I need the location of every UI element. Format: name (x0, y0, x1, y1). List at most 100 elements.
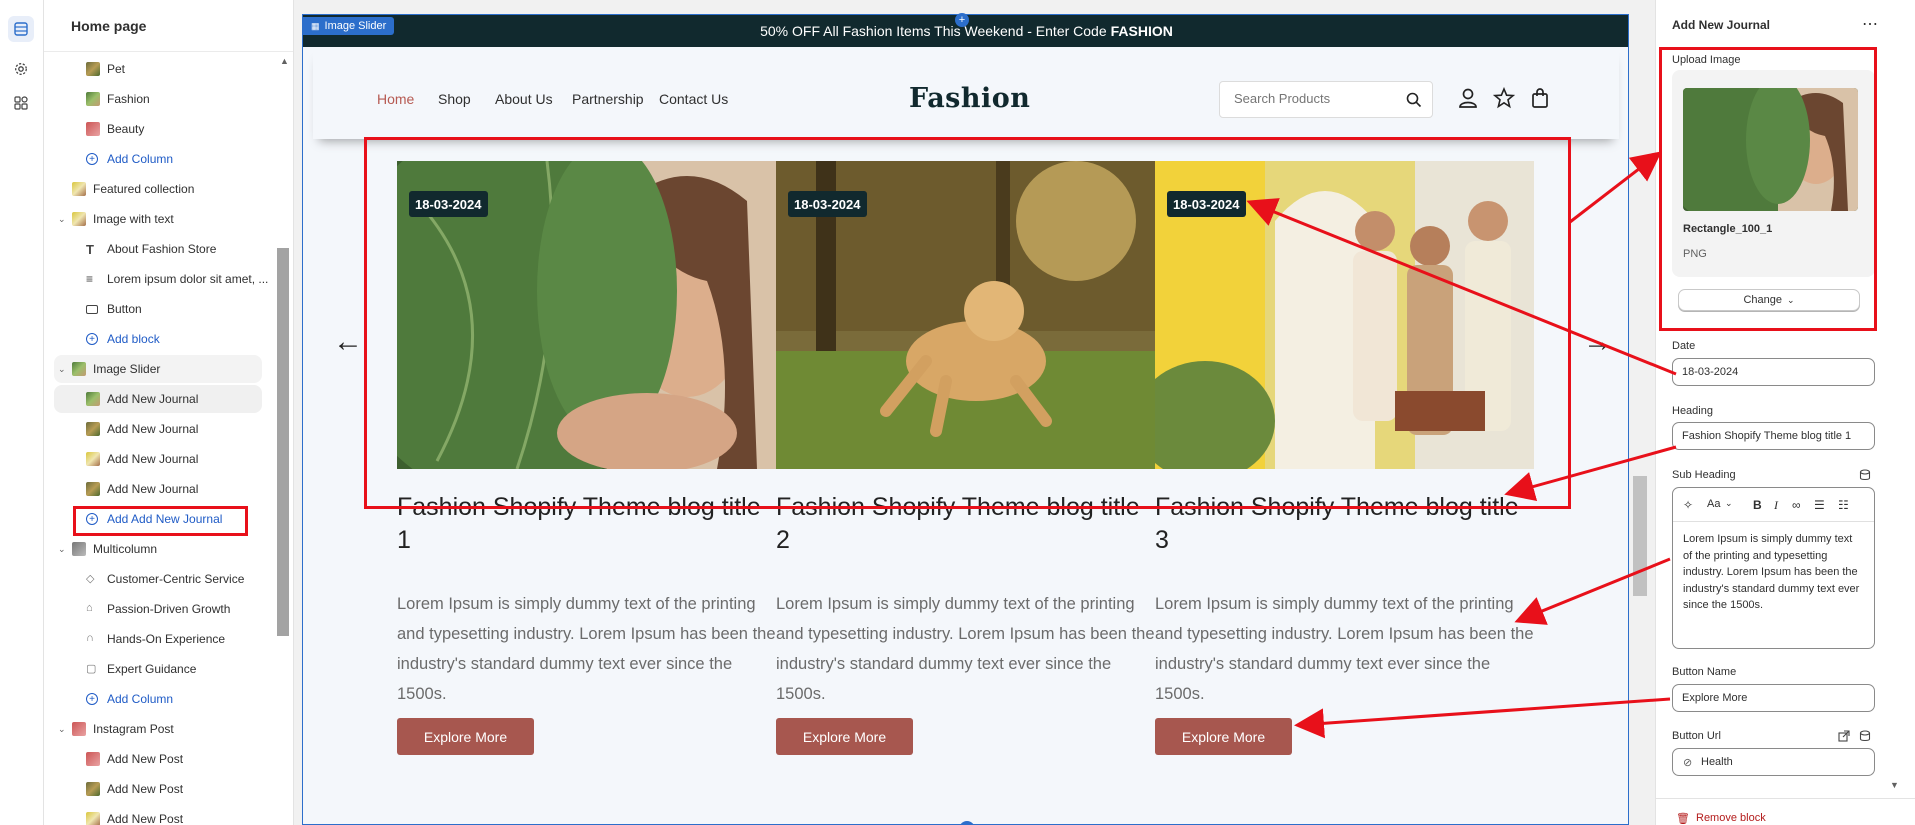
chevron-down-icon[interactable]: ⌄ (58, 364, 68, 375)
external-link-icon[interactable] (1838, 730, 1850, 742)
cart-icon[interactable] (1529, 87, 1551, 109)
sidebar-item-journal-2[interactable]: Add New Journal (44, 415, 264, 443)
apps-icon[interactable] (8, 90, 34, 116)
add-column-button[interactable]: + Add Column (44, 145, 264, 173)
star-icon[interactable] (1493, 87, 1515, 109)
explore-more-button[interactable]: Explore More (397, 718, 534, 755)
remove-block-button[interactable]: Remove block (1696, 812, 1766, 824)
plus-circle-icon: + (86, 153, 98, 165)
card-title[interactable]: Fashion Shopify Theme blog title 2 (776, 491, 1156, 557)
sidebar-item-instagram-post[interactable]: ⌄ Instagram Post (44, 715, 264, 743)
image-picker[interactable]: Rectangle_100_1 PNG (1672, 70, 1875, 277)
add-journal-button[interactable]: + Add Add New Journal (44, 505, 264, 533)
sidebar-item-post-1[interactable]: Add New Post (44, 745, 264, 773)
section-tag: ▦ Image Slider (303, 17, 395, 35)
headset-icon: ∩ (86, 632, 94, 644)
database-icon[interactable] (1859, 469, 1871, 481)
slide-image-1[interactable]: 18-03-2024 (397, 161, 776, 469)
search-icon[interactable] (1406, 92, 1422, 108)
subheading-editor[interactable]: ✧ Aa ⌄ B I ∞ ☰ ☷ Lorem Ipsum is simply d… (1672, 487, 1875, 649)
sidebar-item-journal-3[interactable]: Add New Journal (44, 445, 264, 473)
sidebar-item-label: Add Add New Journal (107, 512, 223, 526)
sidebar-item-hands-on[interactable]: ∩ Hands-On Experience (44, 625, 264, 653)
chevron-down-icon[interactable]: ⌄ (1725, 498, 1733, 509)
sidebar-item-lorem-ipsum[interactable]: ≡ Lorem ipsum dolor sit amet, ... (44, 265, 268, 293)
explore-more-button[interactable]: Explore More (776, 718, 913, 755)
sidebar-item-expert-guidance[interactable]: ▢ Expert Guidance (44, 655, 264, 683)
scroll-down-icon[interactable]: ▼ (1890, 780, 1899, 790)
magic-icon[interactable]: ✧ (1683, 498, 1693, 512)
button-icon (86, 305, 98, 314)
chevron-down-icon[interactable]: ⌄ (58, 724, 68, 735)
numbered-list-icon[interactable]: ☷ (1838, 498, 1849, 512)
slide-image-2[interactable]: 18-03-2024 (776, 161, 1155, 469)
sidebar-item-pet[interactable]: Pet (44, 55, 264, 83)
sidebar-item-journal-4[interactable]: Add New Journal (44, 475, 264, 503)
button-name-field[interactable]: Explore More (1672, 684, 1875, 712)
nav-shop[interactable]: Shop (438, 91, 471, 107)
sidebar-item-image-slider[interactable]: ⌄ Image Slider (54, 355, 262, 383)
heading-field[interactable]: Fashion Shopify Theme blog title 1 (1672, 422, 1875, 450)
change-label: Change (1743, 294, 1782, 306)
preview-scrollbar-thumb[interactable] (1633, 476, 1647, 596)
sidebar-item-beauty[interactable]: Beauty (44, 115, 264, 143)
search-box[interactable] (1219, 81, 1433, 118)
database-icon[interactable] (1859, 730, 1871, 742)
store-logo[interactable]: Fashion (909, 83, 1030, 114)
lock-icon: ⌂ (86, 602, 93, 614)
search-input[interactable] (1234, 91, 1394, 106)
sidebar-item-label: Instagram Post (93, 722, 174, 736)
account-icon[interactable] (1457, 87, 1479, 109)
explore-more-button[interactable]: Explore More (1155, 718, 1292, 755)
sidebar-item-passion-driven[interactable]: ⌂ Passion-Driven Growth (44, 595, 264, 623)
date-badge: 18-03-2024 (409, 191, 488, 217)
nav-partnership[interactable]: Partnership (572, 91, 644, 107)
insert-section-icon[interactable]: + (955, 13, 969, 27)
card-title[interactable]: Fashion Shopify Theme blog title 1 (397, 491, 777, 557)
gear-icon[interactable] (8, 56, 34, 82)
sidebar-item-label: Hands-On Experience (107, 632, 226, 646)
sidebar-item-about-fashion-store[interactable]: T About Fashion Store (44, 235, 264, 263)
sidebar-item-multicolumn[interactable]: ⌄ Multicolumn (44, 535, 264, 563)
more-options-icon[interactable]: ⋯ (1862, 14, 1878, 34)
sidebar-item-label: Passion-Driven Growth (107, 602, 231, 616)
beauty-thumbnail-icon (86, 122, 100, 136)
nav-contact-us[interactable]: Contact Us (659, 91, 728, 107)
sidebar-item-post-2[interactable]: Add New Post (44, 775, 264, 803)
storefront-preview: 50% OFF All Fashion Items This Weekend -… (302, 14, 1629, 825)
card-description: Lorem Ipsum is simply dummy text of the … (397, 595, 776, 703)
button-url-field[interactable]: ⊘ Health (1672, 748, 1875, 776)
chevron-down-icon[interactable]: ⌄ (58, 214, 68, 225)
sidebar-item-fashion[interactable]: Fashion (44, 85, 264, 113)
slider-next-arrow[interactable]: → (1583, 325, 1613, 359)
sidebar-item-featured-collection[interactable]: Featured collection (44, 175, 264, 203)
sidebar-item-button[interactable]: Button (44, 295, 264, 323)
link-icon[interactable]: ∞ (1792, 498, 1801, 512)
font-size-icon[interactable]: Aa (1707, 498, 1720, 510)
add-column-button-2[interactable]: + Add Column (44, 685, 264, 713)
card-title[interactable]: Fashion Shopify Theme blog title 3 (1155, 491, 1535, 557)
slide-image-3[interactable]: 18-03-2024 (1155, 161, 1534, 469)
button-name-label: Button Name (1672, 666, 1737, 678)
nav-about-us[interactable]: About Us (495, 91, 553, 107)
bold-icon[interactable]: B (1753, 498, 1762, 512)
sidebar-item-journal-1[interactable]: Add New Journal (54, 385, 262, 413)
button-url-label: Button Url (1672, 730, 1721, 742)
subheading-text[interactable]: Lorem Ipsum is simply dummy text of the … (1673, 522, 1874, 623)
add-block-button[interactable]: + Add block (44, 325, 264, 353)
change-image-button[interactable]: Change ⌄ (1678, 289, 1860, 311)
nav-home[interactable]: Home (377, 91, 414, 107)
bullet-list-icon[interactable]: ☰ (1814, 498, 1825, 512)
sections-icon[interactable] (8, 16, 34, 42)
chevron-down-icon[interactable]: ⌄ (58, 544, 68, 555)
sidebar-item-label: Pet (107, 62, 126, 76)
sidebar-item-customer-centric[interactable]: ◇ Customer-Centric Service (44, 565, 264, 593)
slider-prev-arrow[interactable]: ← (333, 325, 363, 359)
sidebar-item-post-3[interactable]: Add New Post (44, 805, 264, 825)
preview-scrollbar[interactable] (1632, 14, 1650, 825)
sidebar-item-image-with-text[interactable]: ⌄ Image with text (44, 205, 264, 233)
date-field[interactable]: 18-03-2024 (1672, 358, 1875, 386)
slider-dot[interactable] (959, 821, 975, 824)
italic-icon[interactable]: I (1774, 498, 1778, 513)
tree-scrollbar-thumb[interactable] (277, 248, 289, 636)
